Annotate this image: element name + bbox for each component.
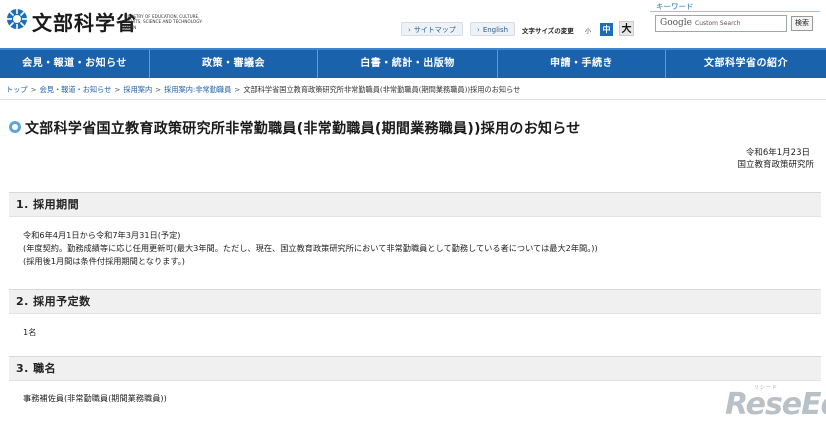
resed-watermark: ReseEd <box>725 387 826 422</box>
arrow-right-icon: › <box>477 26 480 34</box>
breadcrumb-link-press[interactable]: 会見・報道・お知らせ <box>40 85 112 94</box>
sitemap-link[interactable]: › サイトマップ <box>401 22 463 36</box>
english-link[interactable]: › English <box>470 22 516 36</box>
breadcrumb-current: 文部科学省国立教育政策研究所非常勤職員(非常勤職員(期間業務職員))採用のお知ら… <box>243 85 521 94</box>
nav-item-about[interactable]: 文部科学省の紹介 <box>666 50 826 78</box>
section-heading-period: 1. 採用期間 <box>9 192 821 217</box>
breadcrumb-link-parttime[interactable]: 採用案内:非常勤職員 <box>164 85 231 94</box>
global-nav: 会見・報道・お知らせ 政策・審議会 白書・統計・出版物 申請・手続き 文部科学省… <box>0 48 826 78</box>
breadcrumb-separator: > <box>155 85 162 94</box>
breadcrumb-separator: > <box>114 85 121 94</box>
nav-item-applications[interactable]: 申請・手続き <box>498 50 666 78</box>
font-size-label: 文字サイズの変更 <box>522 27 574 35</box>
ministry-logo-text[interactable]: 文部科学省 <box>32 7 137 36</box>
english-label: English <box>482 26 509 34</box>
nav-item-press[interactable]: 会見・報道・お知らせ <box>0 50 150 78</box>
search-brand: Google <box>660 18 692 28</box>
page-title: 文部科学省国立教育政策研究所非常勤職員(非常勤職員(期間業務職員))採用のお知ら… <box>25 121 581 137</box>
nav-item-publications[interactable]: 白書・統計・出版物 <box>318 50 498 78</box>
search-input[interactable]: Google Custom Search <box>655 15 787 32</box>
font-size-small-button[interactable]: 小 <box>585 26 591 35</box>
search-placeholder: Custom Search <box>695 20 741 27</box>
section-text-count: 1名 <box>23 327 37 337</box>
ministry-logo-icon[interactable] <box>6 8 28 30</box>
breadcrumb-separator: > <box>30 85 37 94</box>
breadcrumb-link-top[interactable]: トップ <box>6 85 28 94</box>
keyword-divider <box>650 11 820 12</box>
publishing-organization: 国立教育政策研究所 <box>737 160 814 170</box>
section-text-title: 事務補佐員(非常勤職員(期間業務職員)) <box>23 393 167 403</box>
breadcrumb-link-recruit[interactable]: 採用案内 <box>123 85 152 94</box>
section-text-period-renewal: (年度契約。勤務成績等に応じ任用更新可(最大3年間。ただし、現在、国立教育政策研… <box>23 243 598 253</box>
title-bullet-icon <box>9 121 21 133</box>
section-heading-count: 2. 採用予定数 <box>9 289 821 314</box>
publish-date: 令和6年1月23日 <box>745 148 810 158</box>
breadcrumb-divider <box>0 99 826 100</box>
sitemap-label: サイトマップ <box>413 26 456 34</box>
ministry-logo-subtitle: MINISTRY OF EDUCATION, CULTURE, SPORTS, … <box>124 14 203 30</box>
breadcrumb: トップ > 会見・報道・お知らせ > 採用案内 > 採用案内:非常勤職員 > 文部科学省国立教育… <box>6 85 520 95</box>
section-text-period-dates: 令和6年4月1日から令和7年3月31日(予定) <box>23 230 181 240</box>
section-heading-title: 3. 職名 <box>9 356 821 381</box>
arrow-right-icon: › <box>408 26 411 34</box>
font-size-large-button[interactable]: 大 <box>619 21 634 36</box>
font-size-medium-button[interactable]: 中 <box>600 23 613 36</box>
search-button[interactable]: 検索 <box>791 16 813 31</box>
nav-item-policy[interactable]: 政策・審議会 <box>150 50 318 78</box>
site-header: 文部科学省 MINISTRY OF EDUCATION, CULTURE, SP… <box>0 0 826 48</box>
section-text-period-probation: (採用後1月間は条件付採用期間となります。) <box>23 256 185 266</box>
breadcrumb-separator: > <box>234 85 241 94</box>
